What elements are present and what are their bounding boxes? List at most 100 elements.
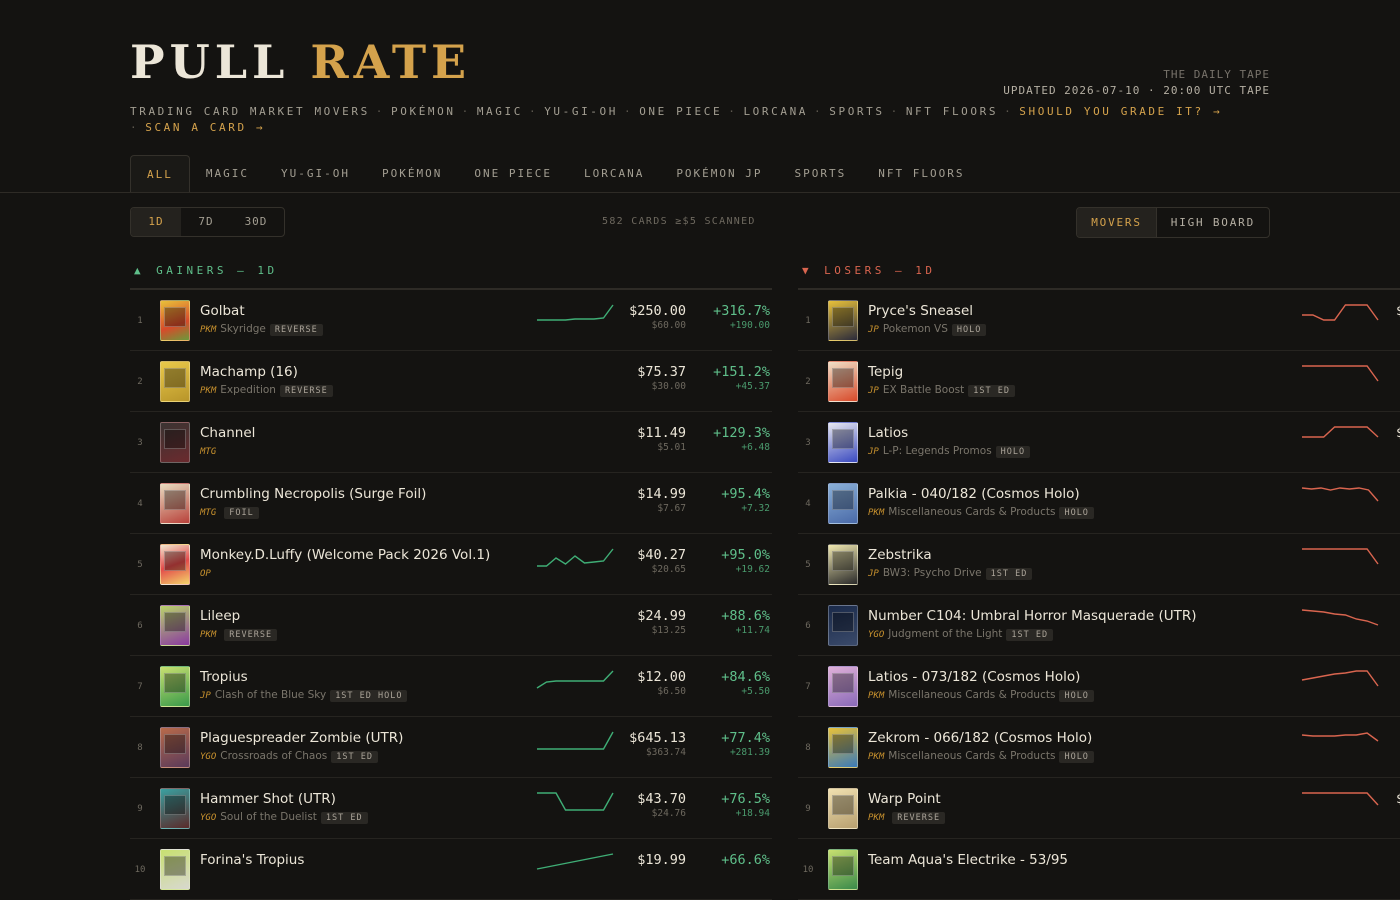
card-name[interactable]: Latios - 073/182 (Cosmos Holo) xyxy=(868,669,1080,685)
tab-lorcana[interactable]: LORCANA xyxy=(568,155,660,192)
card-name[interactable]: Palkia - 040/182 (Cosmos Holo) xyxy=(868,486,1080,502)
card-thumbnail[interactable] xyxy=(828,422,858,463)
mover-row[interactable]: 7 Tropius JP Clash of the Blue Sky 1ST ED HO… xyxy=(130,656,772,717)
current-price: $24.99 xyxy=(637,608,686,624)
mover-row[interactable]: 9 Hammer Shot (UTR) YGO Soul of the Duelist… xyxy=(130,778,772,839)
tab-yugioh[interactable]: YU-GI-OH xyxy=(265,155,366,192)
tab-pokemon-jp[interactable]: POKÉMON JP xyxy=(660,155,778,192)
card-name[interactable]: Tepig xyxy=(868,364,903,380)
subnav-link-lorcana[interactable]: LORCANA xyxy=(743,105,808,118)
scan-card-link[interactable]: SCAN A CARD → xyxy=(145,121,265,134)
card-name[interactable]: Tropius xyxy=(200,669,248,685)
period-7d-button[interactable]: 7D xyxy=(181,208,231,236)
card-thumbnail[interactable] xyxy=(160,849,190,890)
mover-row[interactable]: 4 Crumbling Necropolis (Surge Foil) MTG FOI… xyxy=(130,473,772,534)
card-name[interactable]: Machamp (16) xyxy=(200,364,298,380)
mover-row[interactable]: 5 Monkey.D.Luffy (Welcome Pack 2026 Vol.1… xyxy=(130,534,772,595)
mover-row[interactable]: 3 Channel MTG $11.49 $5.01 +129.3% +6.48 xyxy=(130,412,772,473)
card-thumbnail[interactable] xyxy=(160,788,190,829)
card-thumbnail[interactable] xyxy=(160,727,190,768)
set-name: BW3: Psycho Drive xyxy=(882,567,982,579)
rank-number: 2 xyxy=(805,377,811,387)
card-name[interactable]: Plaguespreader Zombie (UTR) xyxy=(200,730,403,746)
card-name[interactable]: Golbat xyxy=(200,303,245,319)
card-name[interactable]: Latios xyxy=(868,425,908,441)
card-thumbnail[interactable] xyxy=(828,544,858,585)
card-name[interactable]: Forina's Tropius xyxy=(200,852,304,868)
card-thumbnail[interactable] xyxy=(160,422,190,463)
separator: · xyxy=(728,105,738,118)
mover-row[interactable]: 4 Palkia - 040/182 (Cosmos Holo) PKM Miscel… xyxy=(798,473,1400,534)
mover-row[interactable]: 5 Zebstrika JP BW3: Psycho Drive 1ST ED xyxy=(798,534,1400,595)
subnav-link-magic[interactable]: MAGIC xyxy=(477,105,523,118)
tab-nft-floors[interactable]: NFT FLOORS xyxy=(862,155,980,192)
view-toggle: MOVERS HIGH BOARD xyxy=(1076,207,1270,238)
card-meta: PKM Miscellaneous Cards & Products HOLO xyxy=(868,506,1094,519)
period-30d-button[interactable]: 30D xyxy=(231,208,281,236)
card-name[interactable]: Crumbling Necropolis (Surge Foil) xyxy=(200,486,426,502)
mover-row[interactable]: 2 Machamp (16) PKM Expedition REVERSE $75.37 $… xyxy=(130,351,772,412)
card-thumbnail[interactable] xyxy=(160,300,190,341)
card-name[interactable]: Zekrom - 066/182 (Cosmos Holo) xyxy=(868,730,1092,746)
period-1d-button[interactable]: 1D xyxy=(131,208,181,236)
previous-price: $7.67 xyxy=(657,503,686,514)
card-name[interactable]: Number C104: Umbral Horror Masquerade (U… xyxy=(868,608,1197,624)
high-board-view-button[interactable]: HIGH BOARD xyxy=(1157,208,1269,237)
price-cell: $40.27 $20.65 xyxy=(637,547,686,575)
card-name[interactable]: Channel xyxy=(200,425,255,441)
mover-row[interactable]: 7 Latios - 073/182 (Cosmos Holo) PKM Miscel… xyxy=(798,656,1400,717)
movers-view-button[interactable]: MOVERS xyxy=(1077,208,1157,237)
tab-one-piece[interactable]: ONE PIECE xyxy=(458,155,568,192)
card-name[interactable]: Warp Point xyxy=(868,791,941,807)
card-thumbnail[interactable] xyxy=(160,483,190,524)
mover-row[interactable]: 6 Lileep PKM REVERSE $24.99 $13.25 +88.6% +11.7… xyxy=(130,595,772,656)
card-name[interactable]: Hammer Shot (UTR) xyxy=(200,791,336,807)
sparkline-path xyxy=(536,853,614,870)
card-thumbnail[interactable] xyxy=(828,361,858,402)
price-cell: $645.13 $363.74 xyxy=(629,730,686,758)
mover-row[interactable]: 10 Forina's Tropius $19.99 +66.6% xyxy=(130,839,772,900)
card-name[interactable]: Pryce's Sneasel xyxy=(868,303,973,319)
mover-row[interactable]: 9 Warp Point PKM REVERSE $ xyxy=(798,778,1400,839)
mover-row[interactable]: 10 Team Aqua's Electrike - 53/95 xyxy=(798,839,1400,900)
card-name[interactable]: Lileep xyxy=(200,608,240,624)
tab-sports[interactable]: SPORTS xyxy=(779,155,863,192)
subnav-link-yugioh[interactable]: YU-GI-OH xyxy=(544,105,618,118)
tab-pokemon[interactable]: POKÉMON xyxy=(366,155,458,192)
subnav-link-nft-floors[interactable]: NFT FLOORS xyxy=(906,105,998,118)
brand-logo[interactable]: PULL RATE xyxy=(130,34,471,90)
card-thumbnail[interactable] xyxy=(160,361,190,402)
mover-row[interactable]: 1 Golbat PKM Skyridge REVERSE $250.00 $60.00 +3… xyxy=(130,290,772,351)
game-code: YGO xyxy=(200,813,217,823)
card-name[interactable]: Zebstrika xyxy=(868,547,932,563)
mover-row[interactable]: 1 Pryce's Sneasel JPPokemon VSHOLO $ xyxy=(798,290,1400,351)
card-thumbnail[interactable] xyxy=(828,788,858,829)
grade-it-link[interactable]: SHOULD YOU GRADE IT? → xyxy=(1019,105,1222,118)
variant-badge: REVERSE xyxy=(279,385,333,397)
tab-all[interactable]: ALL xyxy=(130,155,190,192)
card-thumbnail[interactable] xyxy=(828,666,858,707)
subnav-link-sports[interactable]: SPORTS xyxy=(829,105,884,118)
mover-row[interactable]: 6 Number C104: Umbral Horror Masquerade (… xyxy=(798,595,1400,656)
card-thumbnail[interactable] xyxy=(160,544,190,585)
mover-row[interactable]: 8 Plaguespreader Zombie (UTR) YGO Crossroad… xyxy=(130,717,772,778)
subnav-link-one-piece[interactable]: ONE PIECE xyxy=(639,105,722,118)
card-thumbnail[interactable] xyxy=(828,727,858,768)
mover-row[interactable]: 8 Zekrom - 066/182 (Cosmos Holo) PKM Miscel… xyxy=(798,717,1400,778)
mover-row[interactable]: 3 Latios JPL-P: Legends PromosHOLO $ xyxy=(798,412,1400,473)
card-thumbnail[interactable] xyxy=(828,605,858,646)
card-thumbnail[interactable] xyxy=(160,605,190,646)
subnav-link-pokemon[interactable]: POKÉMON xyxy=(391,105,456,118)
up-arrow-icon: ▲ xyxy=(134,264,145,277)
card-thumbnail[interactable] xyxy=(160,666,190,707)
rank-number: 7 xyxy=(805,682,811,692)
price-cell: $11.49 $5.01 xyxy=(637,425,686,453)
mover-row[interactable]: 2 Tepig JP EX Battle Boost 1ST ED xyxy=(798,351,1400,412)
card-name[interactable]: Team Aqua's Electrike - 53/95 xyxy=(868,852,1068,868)
card-thumbnail[interactable] xyxy=(828,300,858,341)
card-thumbnail[interactable] xyxy=(828,483,858,524)
card-thumbnail[interactable] xyxy=(828,849,858,890)
current-price: $ xyxy=(1396,791,1400,807)
card-name[interactable]: Monkey.D.Luffy (Welcome Pack 2026 Vol.1) xyxy=(200,547,490,563)
tab-magic[interactable]: MAGIC xyxy=(190,155,265,192)
